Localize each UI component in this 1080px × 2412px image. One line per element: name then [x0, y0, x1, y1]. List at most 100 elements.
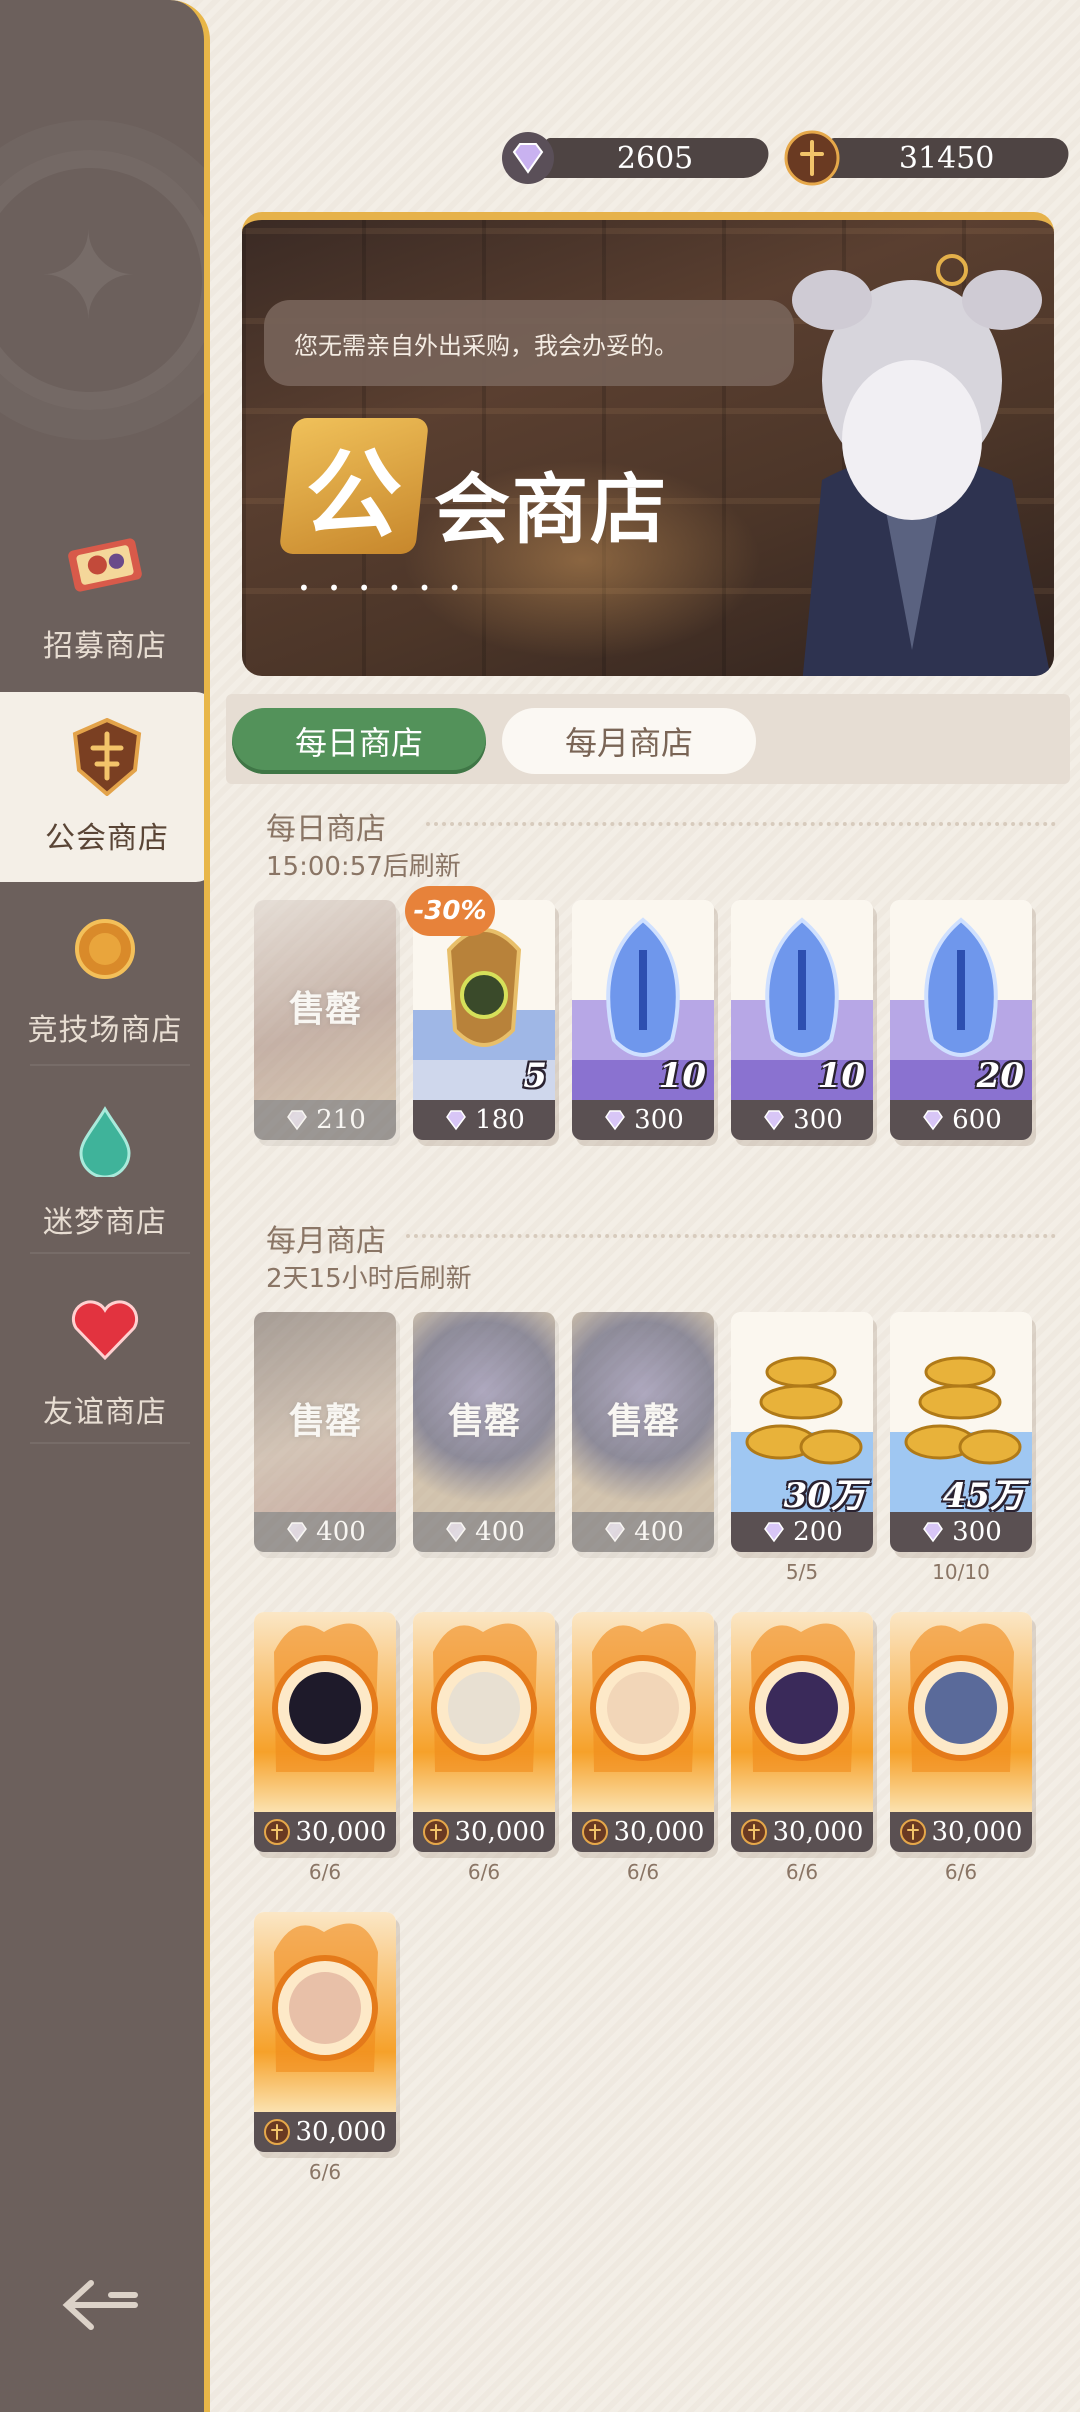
daily-shop-item[interactable]: 10 300	[572, 900, 714, 1140]
guild-shop-banner: 您无需亲自外出采购，我会办妥的。 公 会商店 • • • • • •	[242, 212, 1054, 676]
guild-coin-icon	[899, 1819, 926, 1845]
purchase-limit: 6/6	[626, 1860, 660, 1884]
guild-coin-icon	[740, 1819, 767, 1845]
item-price: 400	[572, 1512, 714, 1552]
guild-coin-balance: 31450	[784, 130, 1073, 186]
item-price: 300	[890, 1512, 1032, 1552]
item-price: 300	[731, 1100, 873, 1140]
monthly-shop-item[interactable]: 30,000	[731, 1612, 873, 1852]
item-quantity: 45万	[942, 1476, 1024, 1516]
sidebar-item-label: 招募商店	[43, 629, 167, 664]
heart-icon	[65, 1291, 145, 1371]
diamond-icon	[446, 1522, 467, 1543]
tab-daily-shop[interactable]: 每日商店	[232, 708, 486, 774]
daily-shop-item: 售罄 210	[254, 900, 396, 1140]
sidebar: 招募商店 公会商店 竞技场商店 迷梦商店 友谊商店	[0, 0, 210, 2412]
monthly-shop-item[interactable]: 30,000	[254, 1912, 396, 2152]
shopkeeper-character	[762, 230, 1054, 676]
diamond-icon	[923, 1522, 944, 1543]
banner-title: 会商店	[434, 465, 668, 554]
banner-title-first-char: 公	[278, 418, 430, 554]
item-price: 30,000	[890, 1812, 1032, 1852]
compass-emblem-icon	[0, 150, 204, 410]
sidebar-item-dream-shop[interactable]: 迷梦商店	[0, 1076, 204, 1266]
sidebar-divider	[30, 1442, 190, 1444]
purchase-limit: 6/6	[944, 1860, 978, 1884]
monthly-shop-item[interactable]: 30,000	[890, 1612, 1032, 1852]
sidebar-divider	[30, 1064, 190, 1066]
item-price: 300	[572, 1100, 714, 1140]
sidebar-item-label: 公会商店	[45, 821, 169, 856]
daily-section-title: 每日商店	[266, 812, 386, 847]
daily-refresh-timer: 15:00:57后刷新	[266, 852, 461, 882]
daily-shop-item[interactable]: 5 180	[413, 900, 555, 1140]
item-price: 210	[254, 1100, 396, 1140]
monthly-refresh-timer: 2天15小时后刷新	[266, 1264, 472, 1294]
monthly-shop-item: 售罄 400	[254, 1312, 396, 1552]
sidebar-item-label: 迷梦商店	[43, 1205, 167, 1240]
sidebar-item-label: 竞技场商店	[27, 1013, 183, 1048]
item-price: 30,000	[731, 1812, 873, 1852]
daily-shop-item[interactable]: 10 300	[731, 900, 873, 1140]
item-price: 400	[413, 1512, 555, 1552]
price-value: 30,000	[931, 1817, 1023, 1847]
price-value: 300	[634, 1105, 684, 1135]
monthly-shop-item[interactable]: 30万 200	[731, 1312, 873, 1552]
shop-tabs: 每日商店 每月商店	[226, 694, 1070, 784]
dream-drop-icon	[65, 1101, 145, 1181]
diamond-icon	[500, 130, 556, 186]
item-quantity: 10	[817, 1056, 865, 1096]
back-arrow-icon[interactable]	[56, 2270, 146, 2340]
guild-coin-icon	[581, 1819, 608, 1845]
guild-coin-icon	[263, 2119, 290, 2145]
item-quantity: 20	[976, 1056, 1024, 1096]
purchase-limit: 6/6	[467, 1860, 501, 1884]
monthly-shop-item: 售罄 400	[413, 1312, 555, 1552]
price-value: 300	[952, 1517, 1002, 1547]
guild-coin-icon	[422, 1819, 449, 1845]
item-quantity: 10	[658, 1056, 706, 1096]
item-price: 400	[254, 1512, 396, 1552]
purchase-limit: 6/6	[308, 2160, 342, 2184]
price-value: 300	[793, 1105, 843, 1135]
price-value: 400	[634, 1517, 684, 1547]
sidebar-item-friendship-shop[interactable]: 友谊商店	[0, 1266, 204, 1456]
item-price: 30,000	[572, 1812, 714, 1852]
monthly-shop-item[interactable]: 45万 300	[890, 1312, 1032, 1552]
sold-out-label: 售罄	[288, 989, 361, 1030]
price-value: 200	[793, 1517, 843, 1547]
price-value: 30,000	[454, 1817, 546, 1847]
price-value: 30,000	[295, 2117, 387, 2147]
purchase-limit: 6/6	[308, 1860, 342, 1884]
arena-medal-icon	[65, 909, 145, 989]
monthly-section-title: 每月商店	[266, 1224, 386, 1259]
banner-dots: • • • • • •	[298, 576, 467, 600]
price-value: 210	[316, 1105, 366, 1135]
sold-out-label: 售罄	[447, 1401, 520, 1442]
sidebar-item-guild-shop[interactable]: 公会商店	[0, 692, 204, 882]
discount-badge: -30%	[405, 886, 495, 936]
diamond-icon	[605, 1522, 626, 1543]
purchase-limit: 6/6	[785, 1860, 819, 1884]
diamond-icon	[605, 1110, 626, 1131]
item-quantity: 5	[523, 1056, 547, 1096]
purchase-limit: 10/10	[932, 1560, 990, 1584]
gem-balance: 2605	[500, 130, 773, 186]
sidebar-item-recruit-shop[interactable]: 招募商店	[0, 500, 204, 690]
item-price: 180	[413, 1100, 555, 1140]
item-price: 30,000	[413, 1812, 555, 1852]
diamond-icon	[287, 1110, 308, 1131]
price-value: 30,000	[613, 1817, 705, 1847]
monthly-shop-item[interactable]: 30,000	[572, 1612, 714, 1852]
diamond-icon	[923, 1110, 944, 1131]
diamond-icon	[764, 1110, 785, 1131]
monthly-shop-item[interactable]: 30,000	[254, 1612, 396, 1852]
purchase-limit: 5/5	[785, 1560, 819, 1584]
sidebar-item-arena-shop[interactable]: 竞技场商店	[0, 884, 204, 1074]
monthly-shop-item: 售罄 400	[572, 1312, 714, 1552]
daily-shop-item[interactable]: 20 600	[890, 900, 1032, 1140]
tab-monthly-shop[interactable]: 每月商店	[502, 708, 756, 774]
item-quantity: 30万	[783, 1476, 865, 1516]
diamond-icon	[446, 1110, 467, 1131]
monthly-shop-item[interactable]: 30,000	[413, 1612, 555, 1852]
